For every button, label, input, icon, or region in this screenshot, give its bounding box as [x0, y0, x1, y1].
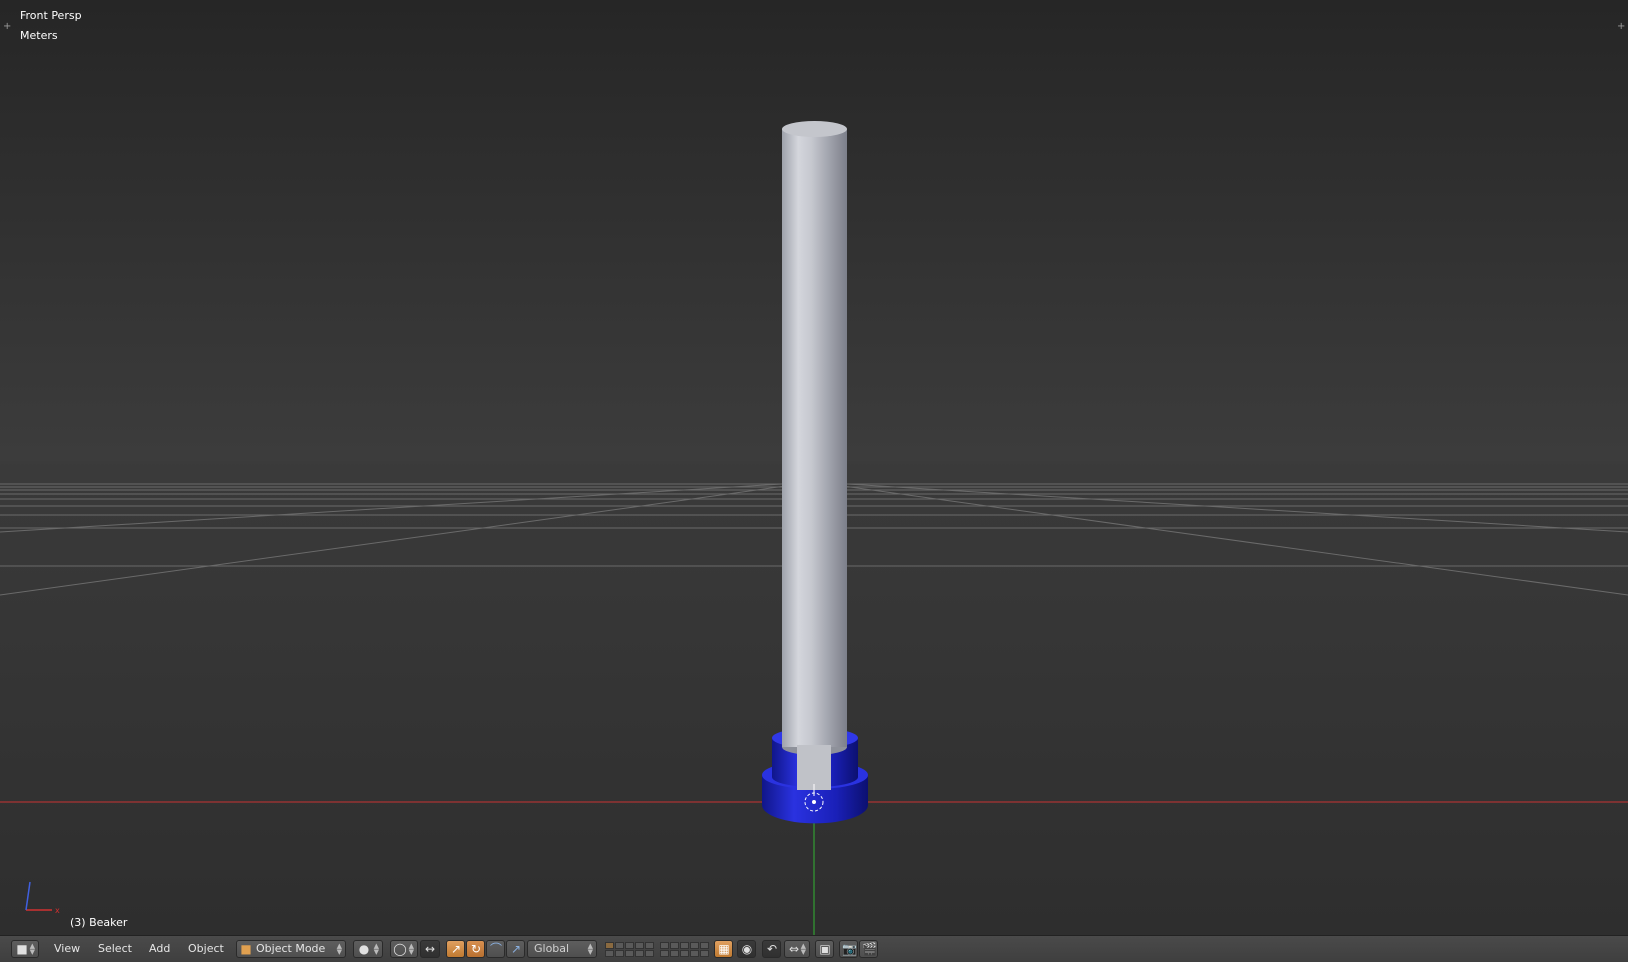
viewport-shading-dropdown[interactable]: ● ▲ ▼ [353, 940, 383, 958]
render-animation-button[interactable]: 🎬 [859, 940, 878, 958]
lock-camera-layers-button[interactable]: ▦ [714, 940, 733, 958]
menu-select[interactable]: Select [96, 940, 134, 958]
layer-button[interactable] [670, 942, 679, 949]
rotate-icon: ↻ [470, 942, 482, 956]
layer-button[interactable] [660, 950, 669, 957]
layer-icon: ▦ [718, 942, 730, 956]
units-label: Meters [20, 29, 58, 42]
pivot-point-dropdown[interactable]: ◯ ▲ ▼ [390, 940, 418, 958]
layer-button[interactable] [680, 942, 689, 949]
layer-button[interactable] [670, 950, 679, 957]
chevron-updown-icon: ▲ ▼ [587, 942, 593, 956]
combined-manipulator-button[interactable]: ↗ [506, 940, 525, 958]
area-split-handle-left[interactable]: + [3, 21, 11, 32]
scene-canvas[interactable]: x [0, 0, 1628, 935]
chevron-updown-icon: ▲ ▼ [800, 942, 806, 956]
layer-button[interactable] [690, 942, 699, 949]
arrow-icon: ↗ [510, 942, 522, 956]
editor-type-button[interactable]: ■ ▲ ▼ [11, 940, 39, 958]
layer-button[interactable] [625, 942, 634, 949]
layer-button[interactable] [700, 942, 709, 949]
render-still-icon: 📷 [842, 942, 857, 956]
axis-gizmo: x [25, 881, 60, 915]
snap-element-icon: ⇔ [788, 942, 800, 956]
layer-buttons-group-1[interactable] [605, 942, 654, 957]
layer-button[interactable] [680, 950, 689, 957]
layer-button[interactable] [625, 950, 634, 957]
layer-button[interactable] [615, 942, 624, 949]
3d-view-icon: ■ [16, 942, 28, 956]
menu-object[interactable]: Object [186, 940, 226, 958]
pivot-point-icon: ◯ [393, 942, 407, 956]
3d-viewport[interactable]: x Front Persp Meters (3) Beaker + + [0, 0, 1628, 935]
mode-label: Object Mode [256, 942, 326, 955]
snap-element-dropdown[interactable]: ⇔ ▲ ▼ [784, 940, 810, 958]
layer-button[interactable] [645, 942, 654, 949]
beaker-tube [782, 121, 847, 790]
menu-view[interactable]: View [52, 940, 82, 958]
chevron-updown-icon: ▲ ▼ [29, 942, 35, 956]
snap-icon: ↶ [766, 942, 778, 956]
view-label: Front Persp [20, 9, 82, 22]
layer-button[interactable] [635, 950, 644, 957]
scale-manipulator-button[interactable]: ⌒ [486, 940, 505, 958]
snap-target-button[interactable]: ▣ [815, 940, 834, 958]
menu-add[interactable]: Add [147, 940, 172, 958]
svg-text:x: x [55, 906, 60, 915]
layer-button[interactable] [660, 942, 669, 949]
layer-button[interactable] [700, 950, 709, 957]
snap-target-icon: ▣ [819, 942, 831, 956]
proportional-edit-button[interactable]: ◉ [737, 940, 756, 958]
chevron-updown-icon: ▲ ▼ [373, 942, 379, 956]
viewport-header: ■ ▲ ▼ View Select Add Object ■ Object Mod… [0, 935, 1628, 962]
translate-icon: ↗ [450, 942, 462, 956]
layer-button[interactable] [690, 950, 699, 957]
manipulator-toggle-button[interactable]: ↔ [420, 940, 440, 958]
manipulator-toggle-icon: ↔ [424, 942, 436, 956]
snap-toggle-button[interactable]: ↶ [762, 940, 781, 958]
layer-button[interactable] [615, 950, 624, 957]
render-animation-icon: 🎬 [862, 942, 877, 956]
layer-button[interactable] [605, 950, 614, 957]
scale-icon: ⌒ [489, 942, 502, 956]
solid-sphere-icon: ● [358, 942, 370, 956]
proportional-edit-icon: ◉ [741, 942, 753, 956]
transform-orientation-dropdown[interactable]: Global ▲ ▼ [527, 940, 597, 958]
rotate-manipulator-button[interactable]: ↻ [466, 940, 485, 958]
active-object-label: (3) Beaker [70, 916, 128, 929]
render-still-button[interactable]: 📷 [839, 940, 858, 958]
chevron-updown-icon: ▲ ▼ [408, 942, 414, 956]
layer-button[interactable] [605, 942, 614, 949]
layer-button[interactable] [635, 942, 644, 949]
area-split-handle-right[interactable]: + [1617, 21, 1625, 32]
chevron-updown-icon: ▲ ▼ [336, 942, 342, 956]
translate-manipulator-button[interactable]: ↗ [446, 940, 465, 958]
mode-dropdown[interactable]: ■ Object Mode ▲ ▼ [236, 940, 346, 958]
layer-button[interactable] [645, 950, 654, 957]
object-cube-icon: ■ [240, 942, 252, 956]
transform-orientation-label: Global [534, 942, 570, 955]
layer-buttons-group-2[interactable] [660, 942, 709, 957]
